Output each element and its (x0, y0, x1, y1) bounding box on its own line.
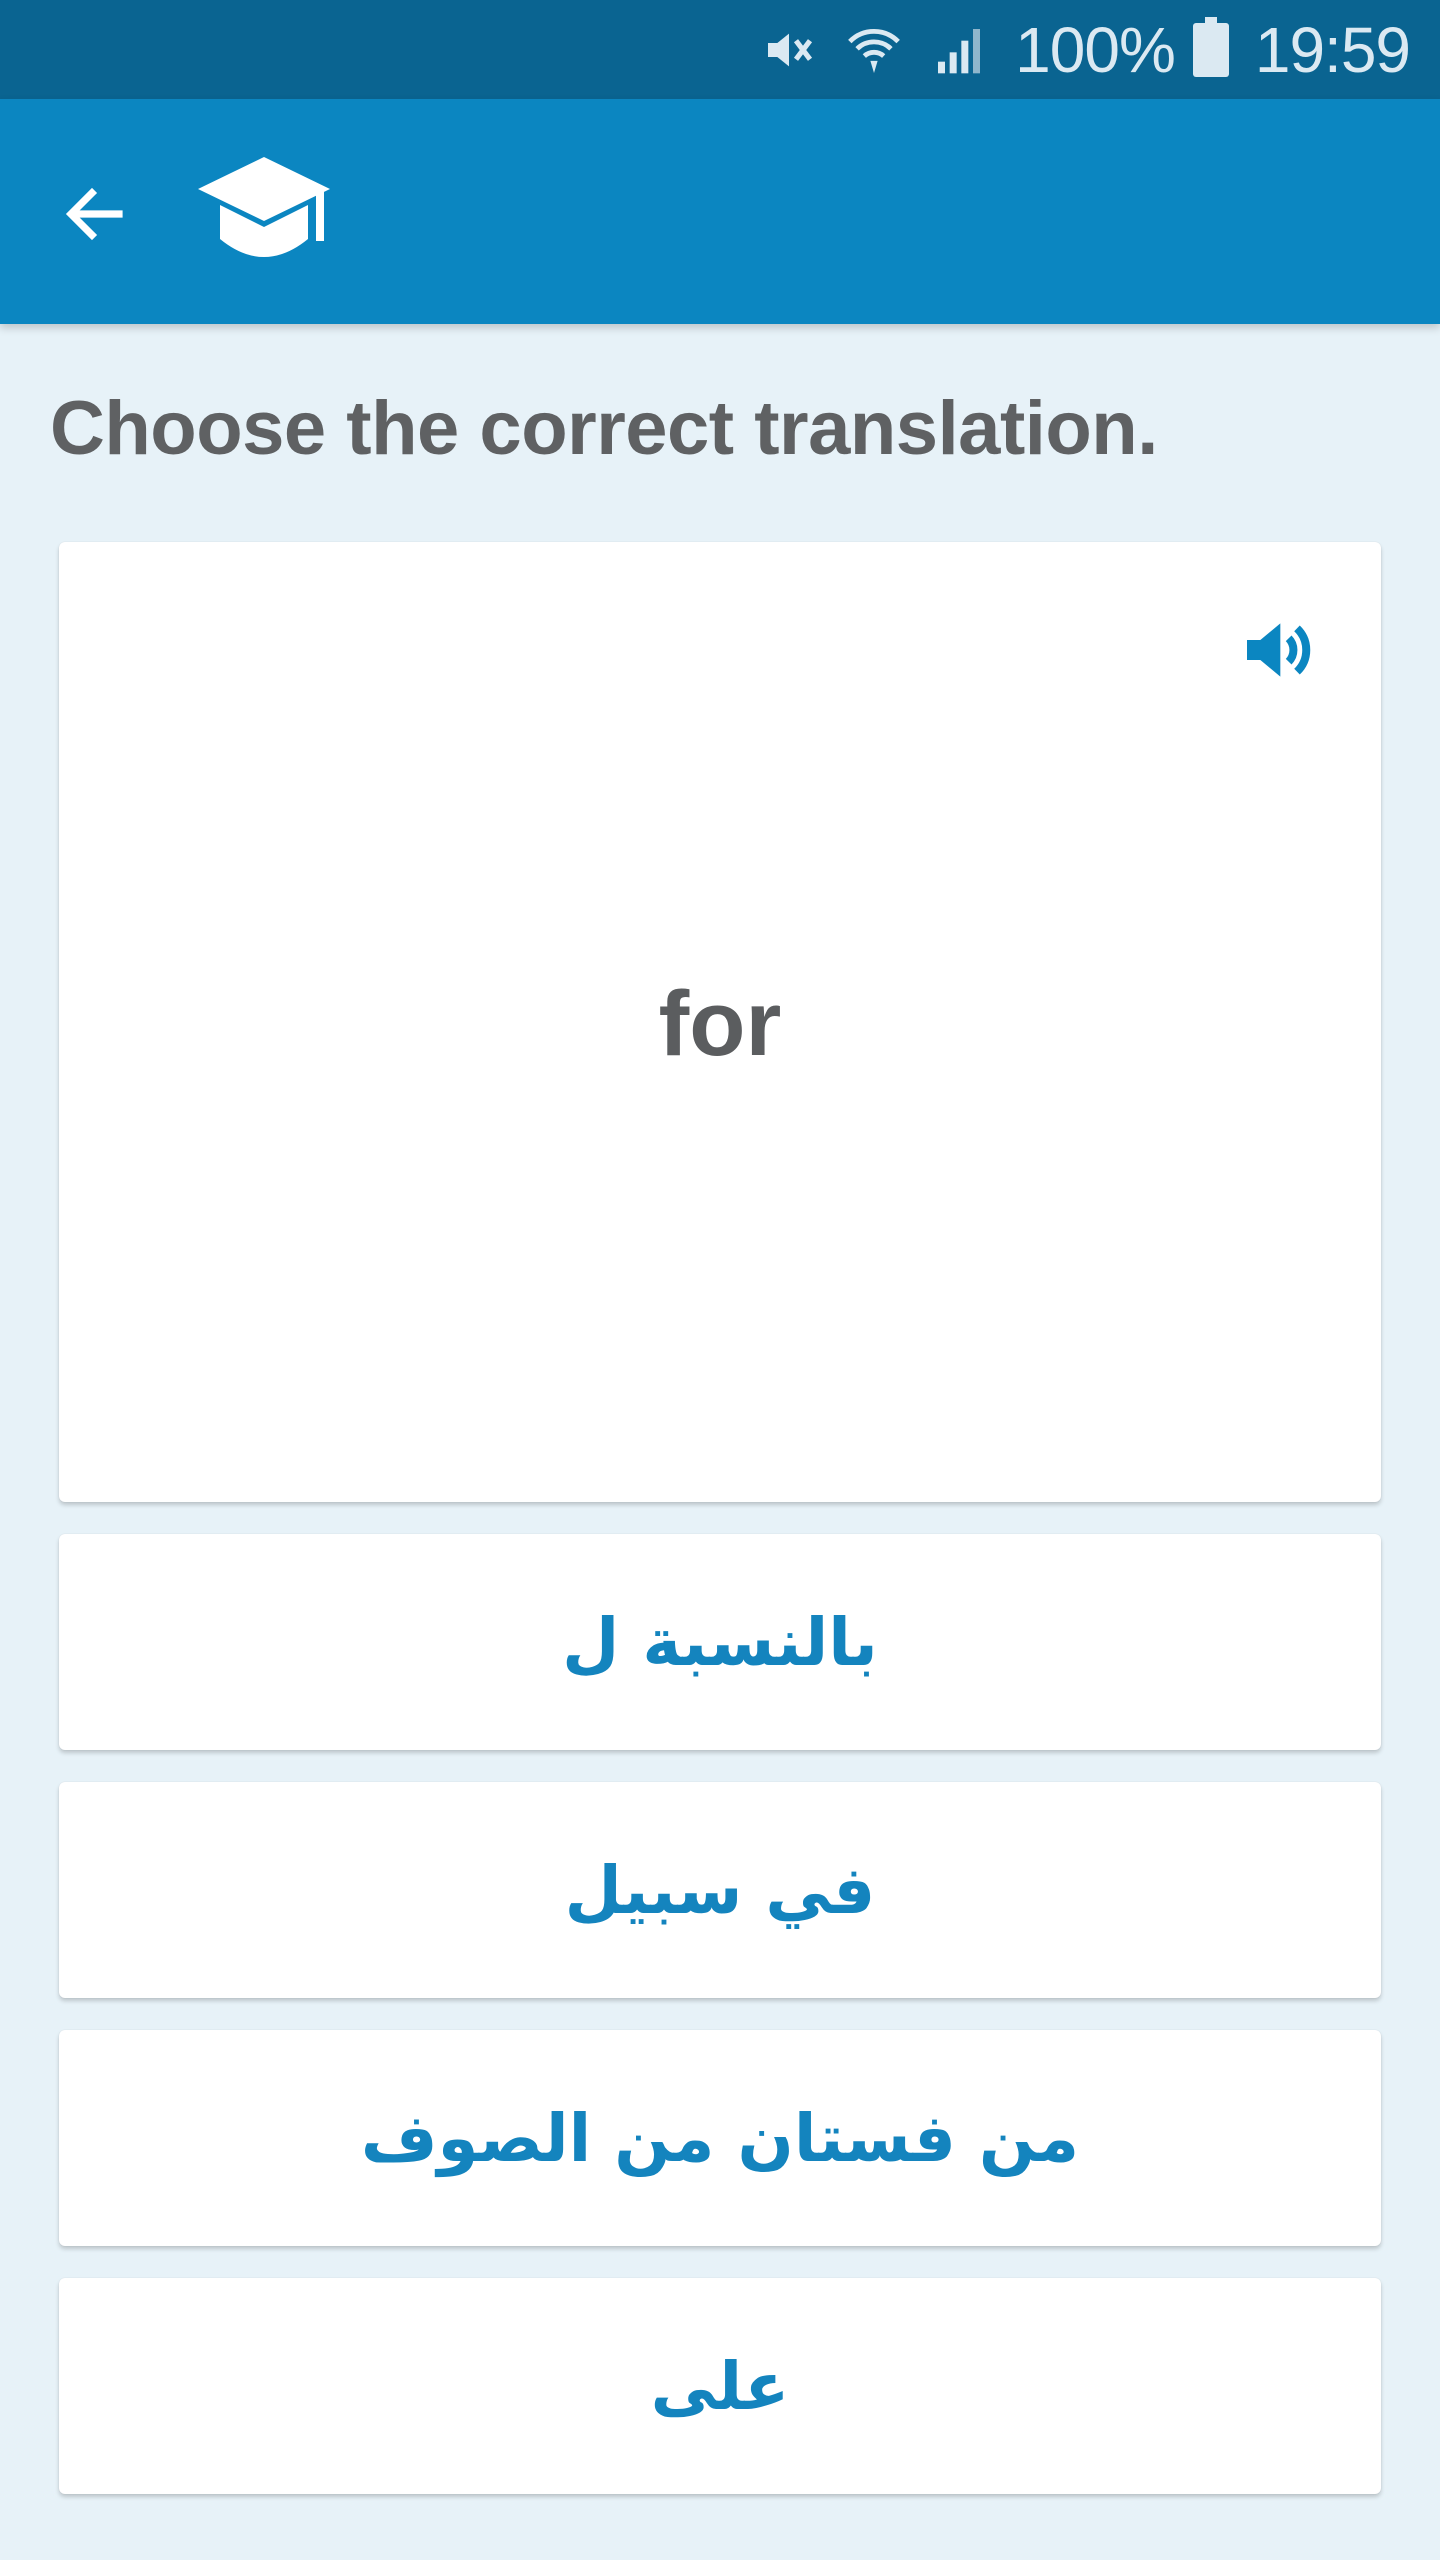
answer-text: من فستان من الصوف (360, 2099, 1080, 2177)
status-bar: 100% 19:59 (0, 0, 1440, 99)
answer-option-1[interactable]: بالنسبة ل (59, 1534, 1381, 1750)
answer-option-2[interactable]: في سبيل (59, 1782, 1381, 1998)
answer-text: على (650, 2347, 790, 2425)
status-icons: 100% 19:59 (761, 0, 1411, 99)
answer-option-4[interactable]: على (59, 2278, 1381, 2494)
battery-percentage: 100% (1015, 13, 1176, 86)
quiz-word: for (658, 973, 782, 1075)
graduation-cap-icon (196, 153, 332, 271)
back-button[interactable] (50, 169, 140, 259)
speaker-icon (1247, 623, 1311, 677)
app-bar (0, 99, 1440, 324)
word-card: for (59, 542, 1381, 1502)
answer-option-3[interactable]: من فستان من الصوف (59, 2030, 1381, 2246)
signal-icon (931, 22, 987, 78)
clock: 19:59 (1254, 13, 1411, 86)
wifi-icon (845, 21, 903, 79)
page-title: Choose the correct translation. (50, 386, 1158, 471)
battery-icon (1192, 17, 1229, 82)
speaker-button[interactable] (1237, 610, 1317, 690)
answer-text: في سبيل (564, 1851, 876, 1929)
arrow-left-icon (65, 187, 123, 241)
mute-icon (761, 22, 817, 78)
answer-text: بالنسبة ل (562, 1603, 878, 1681)
